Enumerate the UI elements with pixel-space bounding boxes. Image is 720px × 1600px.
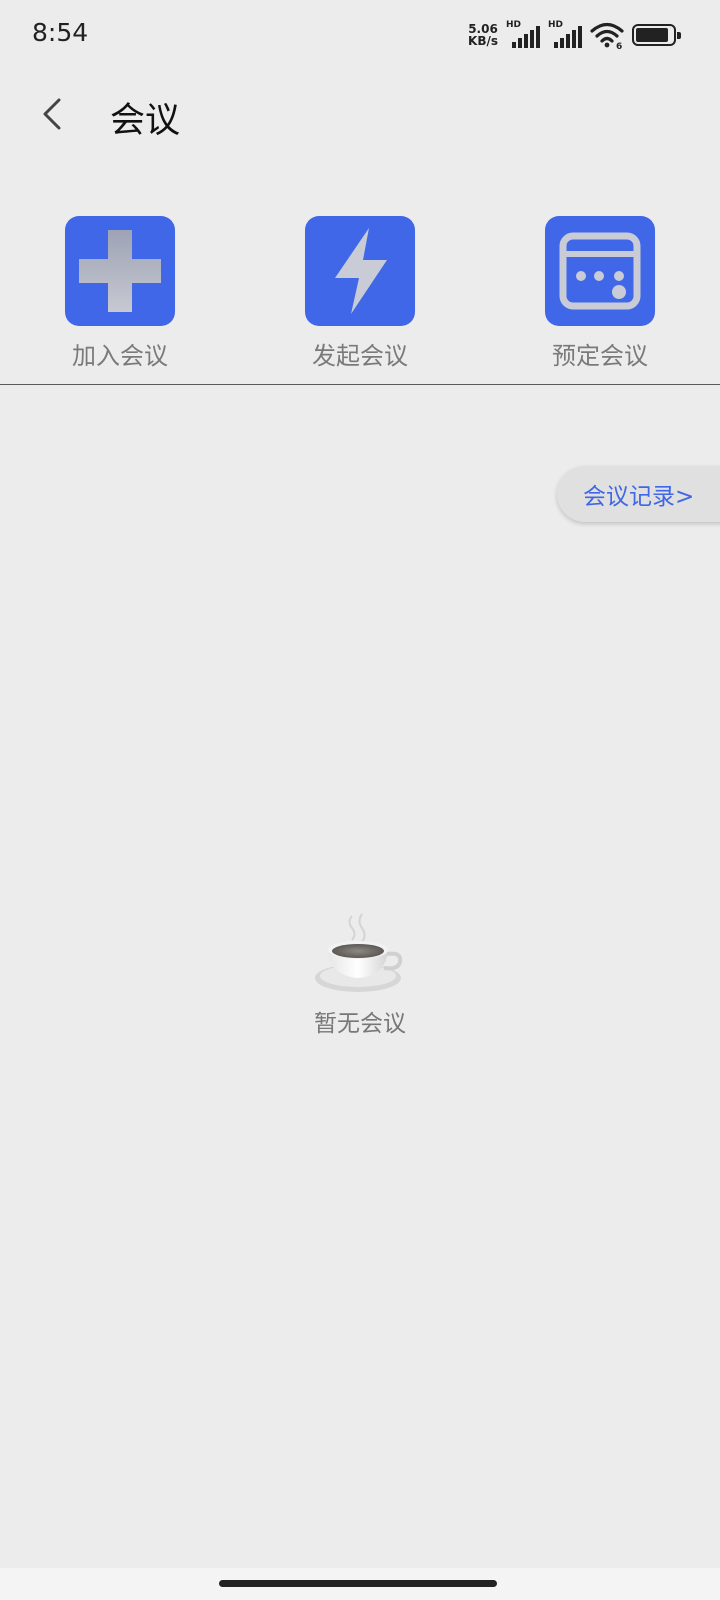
chevron-left-icon [43,98,61,130]
back-button[interactable] [32,92,72,136]
meeting-screen: 8:54 5.06 KB/s HD HD 6 会议 加入会议 发起会议 预定会议… [0,0,720,1600]
join-meeting-label: 加入会议 [72,342,168,370]
signal-icon: HD [506,20,540,48]
schedule-meeting-button[interactable]: 预定会议 [530,216,670,371]
plus-icon [79,230,161,312]
signal-icon: HD [548,20,582,48]
wifi-icon: 6 [590,22,624,49]
lightning-icon [335,228,387,314]
battery-icon [632,24,681,46]
start-meeting-label: 发起会议 [312,342,408,370]
empty-state: 暂无会议 [0,912,720,1038]
schedule-meeting-label: 预定会议 [552,342,648,370]
wifi-badge: 6 [616,42,622,49]
meeting-records-button[interactable]: 会议记录> [557,466,720,522]
section-divider [0,384,720,385]
start-meeting-tile[interactable] [305,216,415,326]
coffee-cup-icon [315,913,403,992]
start-meeting-button[interactable]: 发起会议 [290,216,430,371]
empty-state-text: 暂无会议 [314,1011,406,1037]
join-meeting-tile[interactable] [65,216,175,326]
status-icons: 5.06 KB/s HD HD 6 [468,20,681,50]
meeting-records-label: 会议记录> [583,484,695,510]
meeting-actions: 加入会议 发起会议 预定会议 [0,216,720,376]
schedule-meeting-tile[interactable] [545,216,655,326]
calendar-icon [559,232,641,310]
join-meeting-button[interactable]: 加入会议 [50,216,190,371]
page-title: 会议 [110,101,181,141]
network-speed: 5.06 KB/s [468,23,498,47]
status-bar: 8:54 5.06 KB/s HD HD 6 [0,0,720,70]
home-indicator[interactable] [219,1580,497,1587]
network-speed-unit: KB/s [468,34,498,48]
status-time: 8:54 [32,18,89,47]
